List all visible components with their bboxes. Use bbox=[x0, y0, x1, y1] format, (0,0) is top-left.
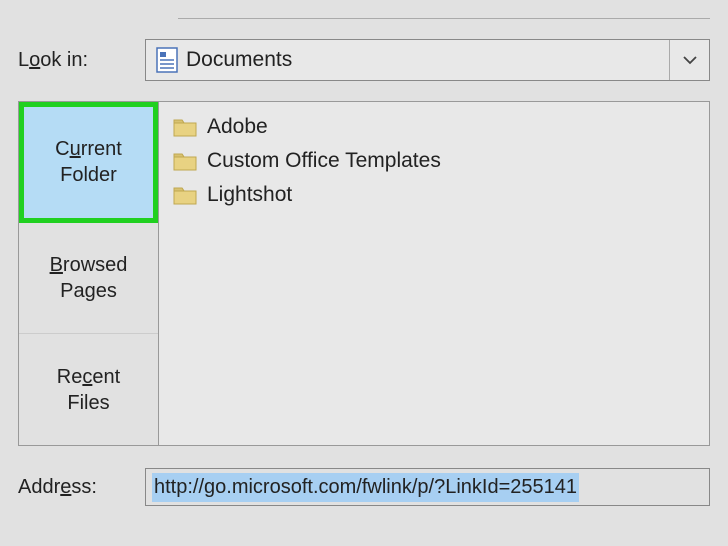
address-label: Address: bbox=[18, 476, 133, 499]
list-item[interactable]: Custom Office Templates bbox=[171, 144, 697, 178]
lookin-value: Documents bbox=[186, 48, 669, 72]
file-listing: Adobe Custom Office Templates bbox=[159, 102, 709, 445]
chevron-down-icon[interactable] bbox=[669, 40, 709, 80]
list-item-label: Adobe bbox=[207, 115, 268, 139]
tab-strip: Current Folder Browsed Pages Recent File… bbox=[19, 102, 159, 445]
tab-recent-files[interactable]: Recent Files bbox=[19, 334, 158, 445]
list-item[interactable]: Adobe bbox=[171, 110, 697, 144]
address-value: http://go.microsoft.com/fwlink/p/?LinkId… bbox=[152, 473, 579, 502]
document-library-icon bbox=[156, 47, 178, 73]
folder-icon bbox=[173, 116, 197, 138]
address-row: Address: http://go.microsoft.com/fwlink/… bbox=[18, 468, 710, 506]
tab-current-folder[interactable]: Current Folder bbox=[19, 102, 158, 223]
lookin-row: Look in: Documents bbox=[18, 39, 710, 81]
address-input[interactable]: http://go.microsoft.com/fwlink/p/?LinkId… bbox=[145, 468, 710, 506]
list-item-label: Lightshot bbox=[207, 183, 292, 207]
browse-area: Current Folder Browsed Pages Recent File… bbox=[18, 101, 710, 446]
list-item-label: Custom Office Templates bbox=[207, 149, 441, 173]
lookin-combo[interactable]: Documents bbox=[145, 39, 710, 81]
folder-icon bbox=[173, 150, 197, 172]
tab-browsed-pages[interactable]: Browsed Pages bbox=[19, 223, 158, 335]
lookin-label: Look in: bbox=[18, 49, 133, 72]
folder-icon bbox=[173, 184, 197, 206]
list-item[interactable]: Lightshot bbox=[171, 178, 697, 212]
